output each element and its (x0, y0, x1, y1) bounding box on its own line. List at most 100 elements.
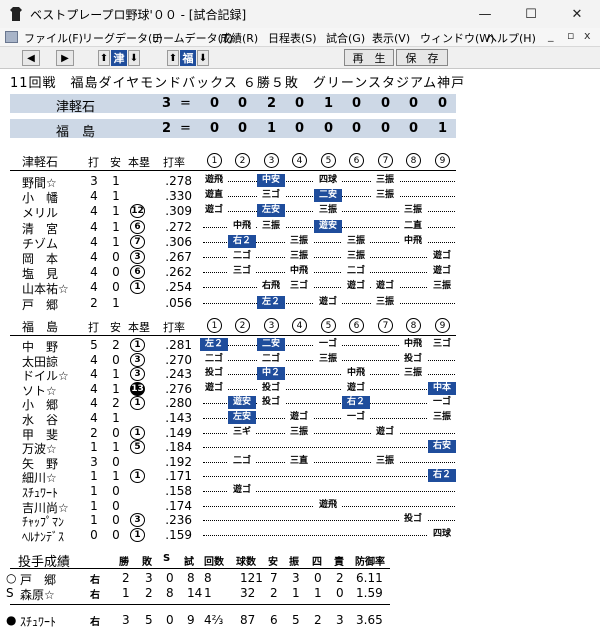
at-bat-result: 左安 (228, 411, 256, 424)
document-icon[interactable] (5, 31, 18, 43)
next-arrow-icon[interactable]: ▶ (56, 50, 74, 66)
inning-score: 0 (238, 121, 248, 136)
at-bat-result: 三ゴ (228, 265, 256, 279)
down-arrow-icon[interactable]: ⬇ (128, 50, 140, 66)
inning-score: 0 (295, 96, 305, 111)
at-bat-result: 三ゴ (257, 189, 285, 203)
player-row: 岡 本 4 0 3.267 二ゴ 三振 三振 遊ゴ (0, 250, 600, 266)
pitcher-l: 3 (145, 571, 153, 585)
pitching-header: 責 (334, 557, 344, 568)
player-hits: 0 (112, 484, 120, 498)
player-at-bats: 4 (90, 352, 98, 367)
inning-score: 0 (409, 121, 419, 136)
inning-label: 9 (435, 153, 450, 168)
player-average: .171 (165, 469, 192, 484)
minimize-button[interactable]: — (462, 0, 508, 28)
pitcher-hand: 右 (90, 617, 100, 628)
menu-window[interactable]: ウィンドウ(W) (420, 30, 494, 46)
menu-view[interactable]: 表示(V) (372, 30, 410, 46)
pitcher-era: 3.65 (356, 613, 383, 627)
pitching-header: 防御率 (355, 557, 385, 568)
mdi-minimize-button[interactable]: _ (548, 29, 554, 42)
at-bat-result: 中飛 (399, 338, 427, 351)
pitcher-hand: 右 (90, 590, 100, 601)
mdi-restore-icon[interactable]: ▫ (567, 29, 574, 42)
player-home-runs: 1 (130, 425, 145, 440)
menu-file[interactable]: ファイル(F) (24, 30, 83, 46)
team-name: 福 島 (56, 125, 96, 140)
player-average: .236 (165, 513, 192, 528)
pitching-header: 回数 (204, 557, 224, 568)
inning-label: 4 (292, 153, 307, 168)
at-bat-result: 二安 (257, 338, 285, 351)
player-row: メリル 4 1 12.309 遊ゴ 左安 三振 三振 (0, 204, 600, 220)
section-divider (10, 170, 456, 171)
team-home-toggle[interactable]: 福 (180, 50, 196, 66)
close-button[interactable]: ✕ (554, 0, 600, 28)
pitcher-row: ○ 戸 郷右 2 3 0 8 8 121 7 3 0 2 6.11 (0, 571, 600, 587)
mdi-close-button[interactable]: ⅹ (584, 29, 591, 42)
down-arrow-icon[interactable]: ⬇ (197, 50, 209, 66)
player-row: 野間☆ 3 1.278 遊飛 中安 四球 三振 (0, 174, 600, 190)
dotted-leader (203, 447, 455, 449)
player-at-bats: 4 (90, 219, 98, 234)
at-bat-result: 二ゴ (228, 250, 256, 263)
at-bat-result: 二ゴ (200, 352, 228, 366)
player-row: 小 郷 4 2 1.280 遊安 投ゴ 右２ 一ゴ (0, 396, 600, 412)
play-button[interactable]: 再 生 (344, 49, 394, 66)
at-bat-result: 左２ (200, 338, 228, 351)
at-bat-result: 投ゴ (399, 352, 427, 366)
player-hits: 0 (112, 498, 120, 513)
at-bat-result: 中２ (257, 367, 285, 381)
inning-label: 9 (435, 318, 450, 333)
player-row: 吉川尚☆ 1 0.174 遊飛 (0, 498, 600, 515)
at-bat-result: 二安 (314, 189, 342, 203)
pitcher-name: 森原☆ (20, 588, 55, 602)
at-bat-result: 右２ (342, 396, 370, 410)
pitcher-ip: 1 (204, 586, 212, 600)
player-average: .330 (165, 189, 192, 204)
player-hits: 0 (112, 513, 120, 528)
at-bat-result: 右安 (428, 440, 456, 454)
player-row: 万波☆ 1 1 5.184 右安 (0, 440, 600, 456)
inning-label: 5 (321, 318, 336, 333)
save-button[interactable]: 保 存 (396, 49, 448, 66)
player-home-runs: 1 (130, 469, 145, 484)
menu-schedule[interactable]: 日程表(S) (268, 30, 317, 46)
inning-score: 0 (409, 96, 419, 111)
inning-label: 2 (235, 153, 250, 168)
prev-arrow-icon[interactable]: ◀ (22, 50, 40, 66)
menu-game[interactable]: 試合(G) (326, 30, 365, 46)
team-away-toggle[interactable]: 津 (111, 50, 127, 66)
menu-stats[interactable]: 成績(R) (220, 30, 258, 46)
scoreboard-row: 津軽石 3 = 0 0 2 0 1 0 0 0 0 (10, 94, 456, 115)
pitcher-row: ● ｽﾁｭﾜｰﾄ右 3 5 0 9 4⅔ 87 6 5 2 3 3.65 (0, 613, 600, 629)
player-home-runs: 3 (130, 367, 145, 382)
up-arrow-icon[interactable]: ⬆ (167, 50, 179, 66)
section-divider (10, 335, 456, 336)
player-at-bats: 2 (90, 295, 98, 310)
pitcher-s: 0 (166, 613, 174, 627)
pitcher-er: 0 (336, 586, 344, 600)
player-home-runs: 13 (130, 381, 145, 396)
up-arrow-icon[interactable]: ⬆ (98, 50, 110, 66)
player-average: .254 (165, 280, 192, 295)
header-ab: 打 (88, 156, 99, 169)
maximize-button[interactable]: ☐ (508, 0, 554, 28)
at-bat-result: 遊ゴ (314, 295, 342, 309)
at-bat-result: 三振 (314, 352, 342, 366)
player-at-bats: 4 (90, 265, 98, 280)
menu-league-data[interactable]: リーグデータ(L) (82, 30, 163, 46)
player-at-bats: 1 (90, 440, 98, 455)
player-home-runs: 3 (130, 513, 145, 528)
inning-label: 1 (207, 153, 222, 168)
player-name: ﾍﾙﾅﾝﾃﾞｽ (22, 529, 65, 544)
pitcher-result-mark: S (6, 586, 14, 600)
menu-help[interactable]: ヘルプ(H) (486, 30, 536, 46)
player-average: .281 (165, 338, 192, 352)
at-bat-result: 三振 (371, 295, 399, 309)
inning-score: 2 (267, 96, 277, 111)
player-average: .306 (165, 234, 192, 249)
dotted-leader (203, 534, 455, 536)
at-bat-result: 三振 (371, 174, 399, 187)
